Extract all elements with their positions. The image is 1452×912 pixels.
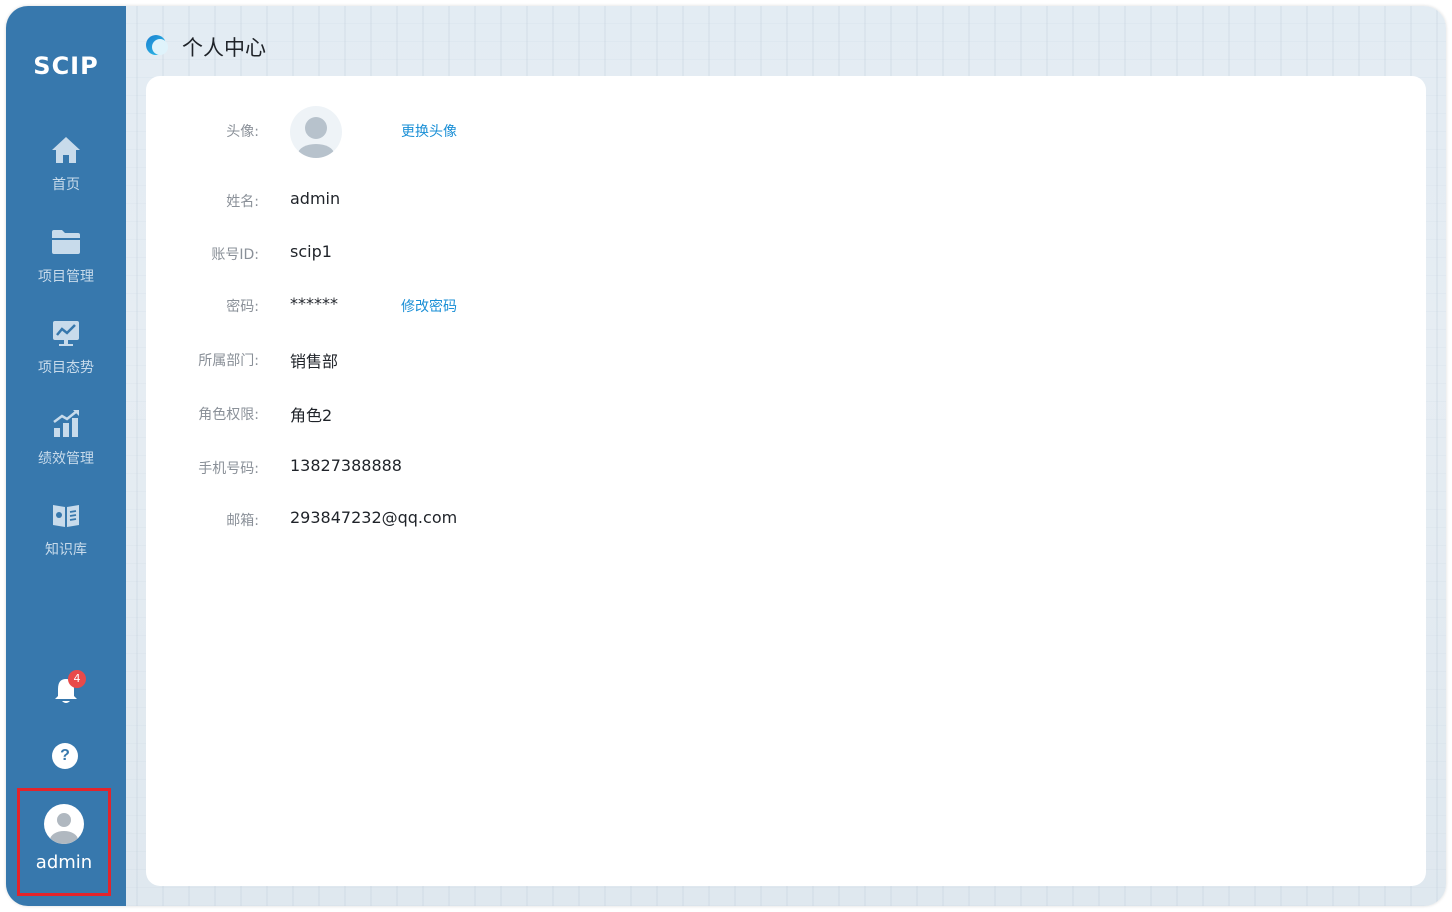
trend-board-icon bbox=[53, 321, 79, 346]
phone-value: 13827388888 bbox=[290, 456, 402, 475]
avatar bbox=[44, 804, 84, 844]
change-password-link[interactable]: 修改密码 bbox=[401, 296, 457, 316]
department-label: 所属部门: bbox=[198, 353, 259, 369]
bar-chart-icon bbox=[53, 410, 79, 437]
email-label: 邮箱: bbox=[226, 513, 259, 529]
user-icon bbox=[50, 813, 78, 844]
sidebar-item-performance[interactable]: 绩效管理 bbox=[6, 408, 126, 478]
department-value: 销售部 bbox=[290, 352, 339, 371]
sidebar-item-label: 项目管理 bbox=[38, 269, 94, 285]
role-row: 角色权限: 角色2 bbox=[146, 402, 746, 426]
role-value: 角色2 bbox=[290, 406, 333, 425]
password-value: ****** bbox=[290, 294, 338, 313]
page-title: 个人中心 bbox=[182, 36, 266, 60]
account-label: 账号ID: bbox=[211, 247, 259, 263]
book-icon bbox=[53, 505, 79, 527]
sidebar-item-label: 知识库 bbox=[45, 542, 87, 558]
sidebar-item-label: 首页 bbox=[52, 177, 80, 193]
profile-avatar[interactable] bbox=[290, 106, 342, 158]
avatar-row: 头像: 更换头像 bbox=[146, 119, 746, 143]
user-icon bbox=[298, 117, 334, 158]
notification-badge: 4 bbox=[68, 670, 86, 688]
avatar-label: 头像: bbox=[226, 124, 259, 140]
email-value: 293847232@qq.com bbox=[290, 508, 458, 527]
name-label: 姓名: bbox=[226, 194, 259, 210]
sidebar-item-project-status[interactable]: 项目态势 bbox=[6, 317, 126, 387]
change-avatar-link[interactable]: 更换头像 bbox=[401, 121, 457, 141]
phone-label: 手机号码: bbox=[198, 461, 259, 477]
email-row: 邮箱: 293847232@qq.com bbox=[146, 508, 746, 532]
profile-card: 头像: 更换头像 姓名: admin 账号ID: scip1 密码: *****… bbox=[146, 76, 1426, 886]
password-label: 密码: bbox=[226, 299, 259, 315]
sidebar-item-knowledge-base[interactable]: 知识库 bbox=[6, 499, 126, 569]
user-name: admin bbox=[35, 852, 93, 873]
password-row: 密码: ****** 修改密码 bbox=[146, 294, 746, 318]
help-icon[interactable]: ? bbox=[52, 743, 78, 769]
folder-icon bbox=[52, 230, 80, 254]
sidebar-item-project-management[interactable]: 项目管理 bbox=[6, 226, 126, 296]
app-logo: SCIP bbox=[33, 52, 99, 80]
department-row: 所属部门: 销售部 bbox=[146, 348, 746, 372]
name-row: 姓名: admin bbox=[146, 189, 746, 213]
name-value: admin bbox=[290, 189, 341, 208]
account-value: scip1 bbox=[290, 242, 332, 261]
sidebar-item-home[interactable]: 首页 bbox=[6, 134, 126, 204]
account-row: 账号ID: scip1 bbox=[146, 242, 746, 266]
phone-row: 手机号码: 13827388888 bbox=[146, 456, 746, 480]
sidebar: SCIP 首页 项目管理 项目态势 绩效管理 知识库 4 ? admin bbox=[6, 6, 126, 906]
sidebar-item-label: 项目态势 bbox=[38, 360, 94, 376]
role-label: 角色权限: bbox=[198, 407, 259, 423]
sidebar-item-label: 绩效管理 bbox=[38, 451, 94, 467]
user-menu[interactable]: admin bbox=[17, 788, 111, 896]
title-decoration-icon bbox=[146, 35, 168, 55]
app-window: SCIP 首页 项目管理 项目态势 绩效管理 知识库 4 ? admin 个人中… bbox=[6, 6, 1446, 906]
home-icon bbox=[52, 137, 80, 163]
